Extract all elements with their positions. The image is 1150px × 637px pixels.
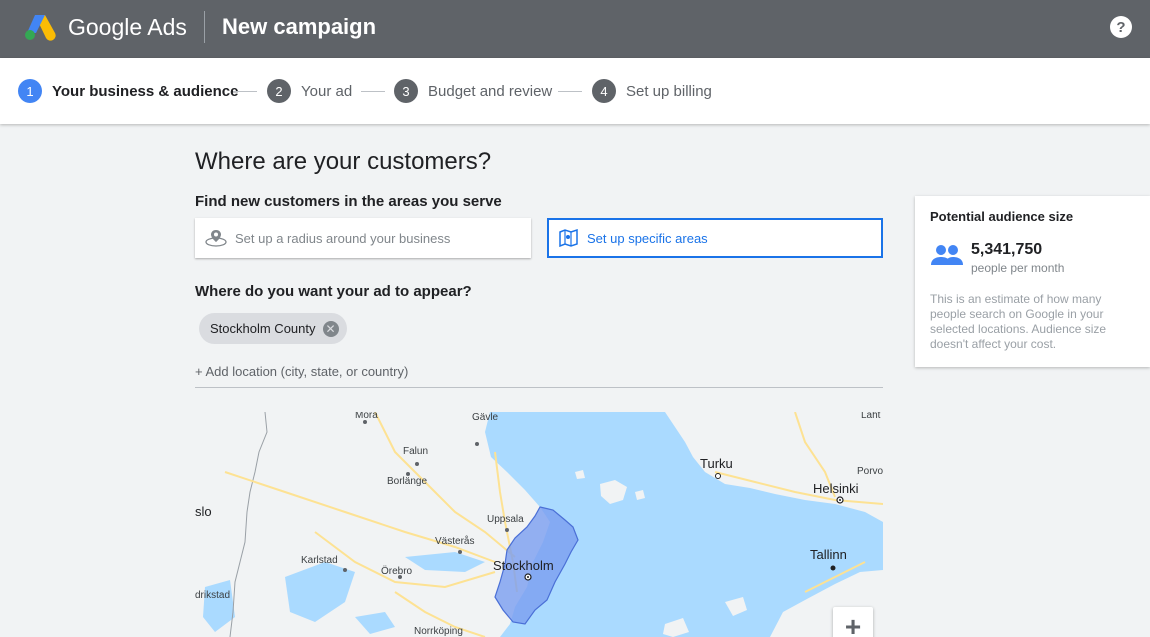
- specific-areas-option-button[interactable]: Set up specific areas: [547, 218, 883, 258]
- audience-note: This is an estimate of how many people s…: [930, 292, 1107, 351]
- step-your-ad[interactable]: 2 Your ad: [267, 79, 352, 103]
- map-label-stockholm: Stockholm: [493, 558, 554, 573]
- map-label-borlange: Borlänge: [387, 476, 428, 487]
- map-label-helsinki: Helsinki: [813, 481, 859, 496]
- step-number: 3: [394, 79, 418, 103]
- map-label-turku: Turku: [700, 456, 733, 471]
- location-chip-label: Stockholm County: [210, 321, 316, 336]
- map-label-falun: Falun: [403, 446, 429, 457]
- brand-name: Google Ads: [68, 14, 187, 40]
- step-number: 2: [267, 79, 291, 103]
- step-label: Set up billing: [626, 82, 712, 100]
- step-connector: [361, 91, 385, 92]
- map-label-oslo: slo: [195, 504, 212, 519]
- page-title: New campaign: [222, 14, 377, 39]
- audience-card-title: Potential audience size: [930, 209, 1074, 224]
- map-label-drikstad: drikstad: [195, 590, 231, 601]
- step-business-audience[interactable]: 1 Your business & audience: [18, 79, 238, 103]
- header-divider: [204, 11, 205, 43]
- audience-number: 5,341,750: [971, 241, 1043, 258]
- map-label-vasteras: Västerås: [435, 536, 475, 547]
- top-app-bar: Google Ads New campaign ?: [0, 0, 1150, 58]
- add-location-underline: [195, 387, 883, 388]
- specific-areas-option-label: Set up specific areas: [587, 230, 708, 246]
- map-label-orebro: Örebro: [381, 566, 413, 577]
- location-chip: Stockholm County ✕: [199, 313, 347, 344]
- map-label-tallinn: Tallinn: [810, 547, 847, 562]
- help-icon[interactable]: ?: [1110, 16, 1132, 38]
- add-location-input[interactable]: + Add location (city, state, or country): [195, 364, 408, 379]
- map-area-icon: [559, 229, 578, 247]
- step-label: Your ad: [301, 82, 353, 100]
- radius-option-button[interactable]: Set up a radius around your business: [195, 218, 531, 258]
- find-customers-heading: Find new customers in the areas you serv…: [195, 193, 502, 210]
- step-number: 1: [18, 79, 42, 103]
- map-label-porvoo: Porvo: [857, 466, 883, 477]
- audience-size-card: Potential audience size 5,341,750 people…: [915, 196, 1150, 367]
- google-ads-logo-icon: [25, 15, 56, 41]
- step-number: 4: [592, 79, 616, 103]
- step-budget-review[interactable]: 3 Budget and review: [394, 79, 552, 103]
- step-set-up-billing[interactable]: 4 Set up billing: [592, 79, 712, 103]
- map-canvas: [195, 412, 883, 637]
- people-icon: [931, 245, 963, 265]
- map-label-uppsala: Uppsala: [487, 514, 524, 525]
- campaign-stepper: 1 Your business & audience 2 Your ad 3 B…: [0, 58, 1150, 124]
- remove-location-icon[interactable]: ✕: [322, 320, 339, 337]
- map-label-gavle: Gävle: [472, 412, 499, 423]
- location-map[interactable]: Mora Gävle Falun Borlänge Uppsala Väster…: [195, 412, 883, 637]
- step-label: Your business & audience: [52, 82, 239, 100]
- map-label-karlstad: Karlstad: [301, 555, 338, 566]
- map-label-norrkoping: Norrköping: [414, 626, 463, 637]
- ad-appear-heading: Where do you want your ad to appear?: [195, 283, 472, 300]
- step-connector: [558, 91, 582, 92]
- zoom-in-button[interactable]: +: [833, 607, 873, 637]
- audience-unit: people per month: [971, 261, 1065, 275]
- section-heading: Where are your customers?: [195, 148, 492, 175]
- radius-option-label: Set up a radius around your business: [235, 230, 451, 246]
- map-label-mora: Mora: [355, 412, 378, 421]
- step-label: Budget and review: [428, 82, 553, 100]
- radius-pin-icon: [205, 230, 227, 247]
- step-connector: [233, 91, 257, 92]
- map-label-lahti: Laht: [861, 412, 881, 421]
